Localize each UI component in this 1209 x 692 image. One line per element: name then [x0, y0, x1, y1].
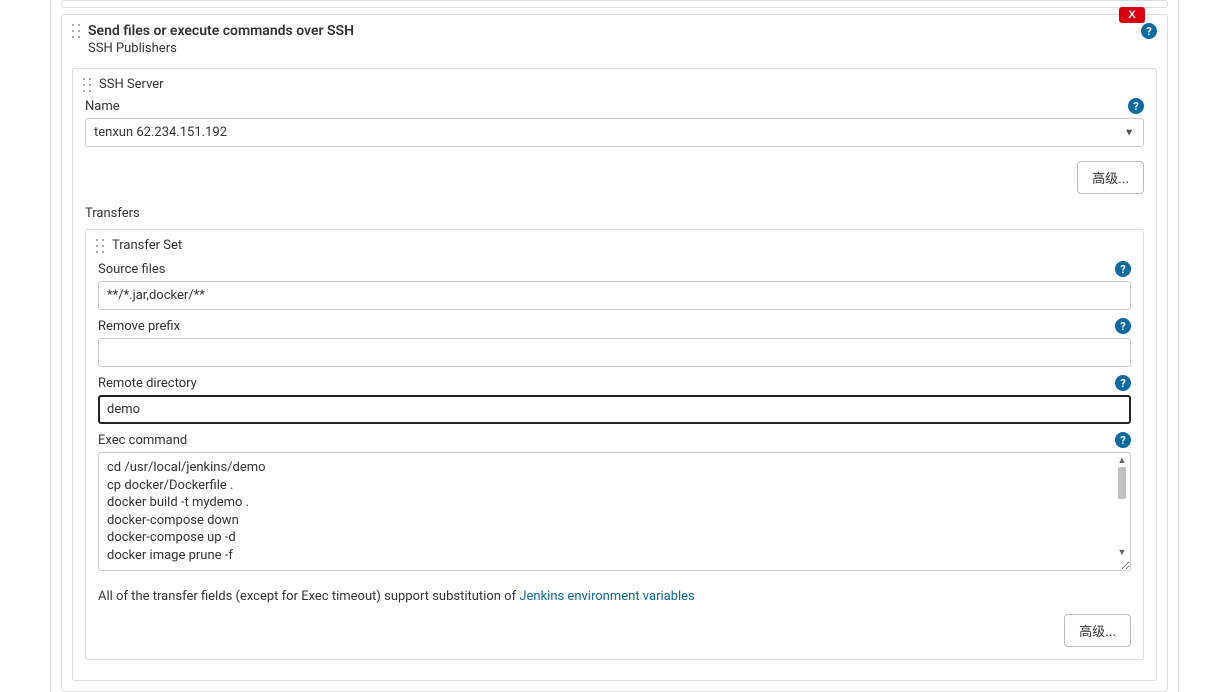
transfer-set-title: Transfer Set [112, 238, 182, 253]
ssh-publish-section: X ? Send files or execute commands over … [61, 14, 1168, 692]
remote-directory-input[interactable] [98, 395, 1131, 424]
transfers-label: Transfers [73, 194, 1156, 225]
section-title: Send files or execute commands over SSH [88, 23, 354, 39]
source-files-label: Source files [98, 262, 165, 277]
name-label: Name [85, 99, 120, 114]
jenkins-env-vars-link[interactable]: Jenkins environment variables [519, 589, 694, 604]
remove-prefix-label: Remove prefix [98, 319, 180, 334]
ssh-server-block: SSH Server Name ? tenxun 62.234.151.192 … [72, 68, 1157, 681]
help-icon[interactable]: ? [1115, 318, 1131, 334]
remote-directory-label: Remote directory [98, 376, 197, 391]
help-icon[interactable]: ? [1115, 375, 1131, 391]
section-subtitle: SSH Publishers [62, 41, 1167, 64]
drag-handle-icon[interactable] [72, 24, 80, 38]
substitution-note: All of the transfer fields (except for E… [86, 579, 1143, 604]
exec-command-textarea[interactable] [98, 452, 1131, 571]
help-icon[interactable]: ? [1128, 98, 1144, 114]
drag-handle-icon[interactable] [96, 239, 104, 253]
previous-build-step-collapsed [61, 0, 1168, 8]
help-icon[interactable]: ? [1115, 261, 1131, 277]
section-header: Send files or execute commands over SSH [62, 15, 1167, 41]
exec-command-label: Exec command [98, 433, 187, 448]
page-container: X ? Send files or execute commands over … [50, 0, 1179, 692]
ssh-server-title: SSH Server [99, 77, 164, 92]
ssh-server-name-select[interactable]: tenxun 62.234.151.192 [85, 118, 1144, 147]
help-icon[interactable]: ? [1115, 432, 1131, 448]
transfer-set-advanced-button[interactable]: 高级... [1064, 614, 1131, 647]
remove-prefix-input[interactable] [98, 338, 1131, 367]
transfer-set-block: Transfer Set Source files ? Remove prefi… [85, 229, 1144, 660]
drag-handle-icon[interactable] [83, 78, 91, 92]
source-files-input[interactable] [98, 281, 1131, 310]
ssh-server-advanced-button[interactable]: 高级... [1077, 161, 1144, 194]
